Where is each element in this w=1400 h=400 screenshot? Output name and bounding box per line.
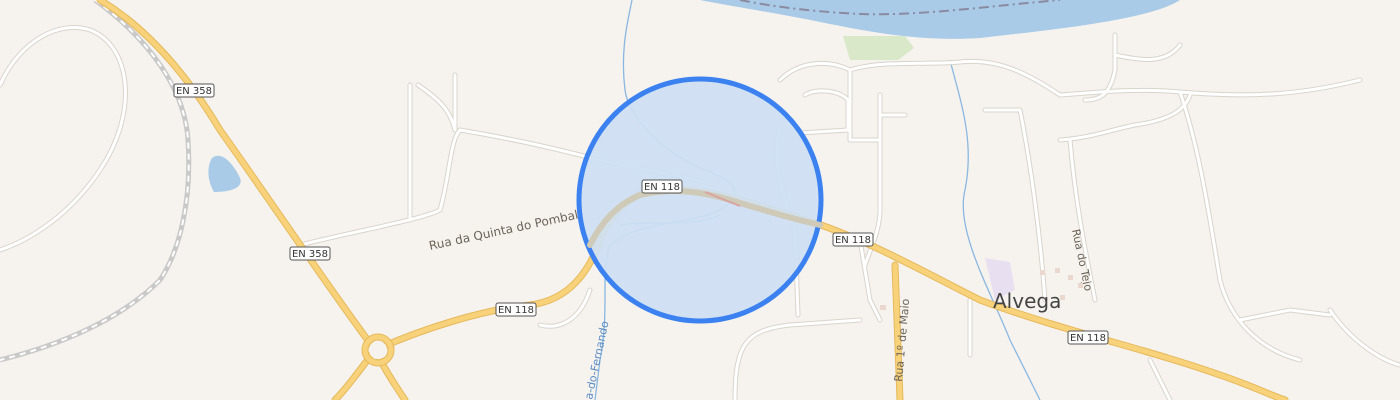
street-label-quinta-pombal: Rua da Quinta do Pombal: [428, 208, 580, 253]
pond: [208, 155, 241, 192]
map-svg: Rua da Quinta do Pombal Rua do Tejo Rua …: [0, 0, 1400, 400]
road-shield-en358-mid: EN 358: [289, 246, 331, 261]
map-canvas[interactable]: Rua da Quinta do Pombal Rua do Tejo Rua …: [0, 0, 1400, 400]
road-shield-en118-bottom-left: EN 118: [495, 302, 537, 317]
park-area: [843, 36, 914, 60]
stream-label: a-do-Fernando: [582, 320, 611, 400]
place-label-alvega: Alvega: [993, 289, 1061, 313]
road-shield-en358-top: EN 358: [173, 83, 215, 98]
svg-text:EN 118: EN 118: [1070, 333, 1106, 344]
street-label-tejo: Rua do Tejo: [1069, 228, 1095, 293]
road-shield-en118-bottom-right: EN 118: [1067, 330, 1109, 345]
svg-text:EN 118: EN 118: [835, 235, 871, 246]
svg-text:EN 358: EN 358: [292, 249, 328, 260]
road-shield-en118-right: EN 118: [832, 232, 874, 247]
location-accuracy-circle[interactable]: [576, 76, 824, 324]
road-shield-en118-circle: EN 118: [641, 179, 683, 194]
svg-text:EN 118: EN 118: [644, 182, 680, 193]
river-tejo: [700, 0, 1180, 39]
svg-text:EN 358: EN 358: [176, 86, 212, 97]
svg-text:EN 118: EN 118: [498, 305, 534, 316]
